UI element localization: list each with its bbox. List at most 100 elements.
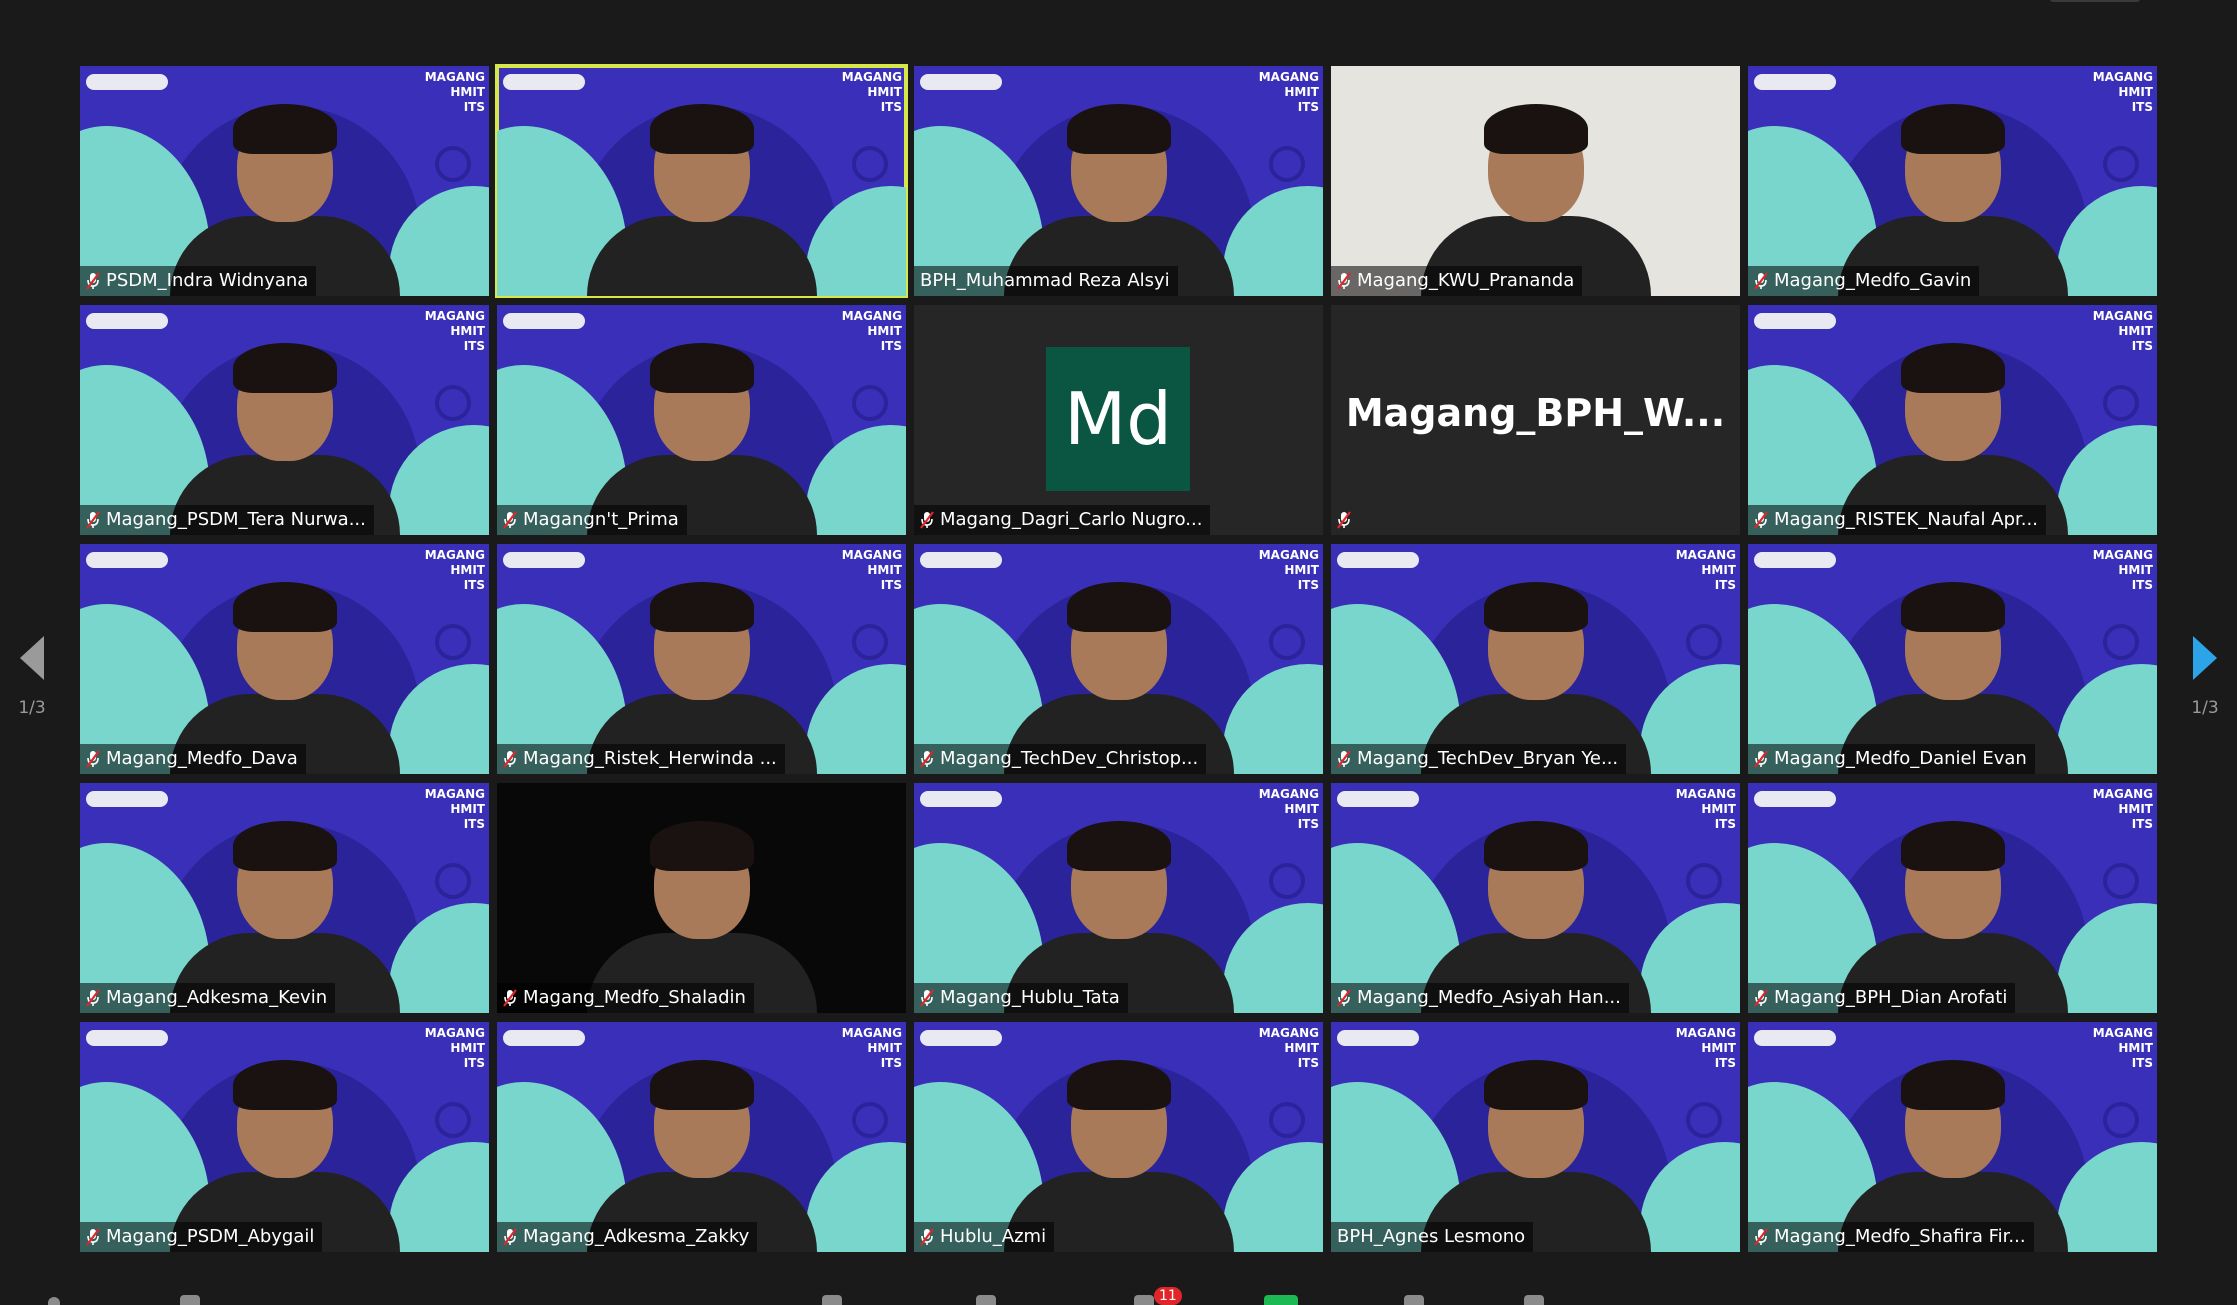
share-screen-icon[interactable] [1264,1295,1298,1305]
participant-tile[interactable]: MAGANG HMIT ITS Magang_Medfo_Dava [80,544,489,774]
brand-tag-line: MAGANG [841,70,902,84]
participant-name: Magang_Medfo_Shaladin [523,987,746,1008]
participant-tile[interactable]: MAGANG HMIT ITS Magang_Medfo_Daniel Evan [1748,544,2157,774]
gallery-grid: MAGANG HMIT ITS PSDM_Indra Widnyana MAGANG HM… [80,64,2157,1252]
participant-tile[interactable]: MAGANG HMIT ITS Magang_Medfo_Asiyah Han... [1331,783,1740,1013]
participant-display-name: Magang_BPH_W... [1345,391,1726,435]
brand-tag-line: ITS [1297,578,1319,592]
participant-tile[interactable]: MAGANG HMIT ITS Magang_TechDev_Bryan Ye... [1331,544,1740,774]
participant-tile[interactable]: MAGANG HMIT ITS Magangn't_Prima [497,305,906,535]
mic-muted-icon [503,1228,517,1246]
background-shape [852,146,888,182]
brand-tag: MAGANG HMIT ITS [425,70,485,115]
participant-tile[interactable]: MAGANG HMIT ITS Magang_BPH_Dian Arofati [1748,783,2157,1013]
mic-muted-icon [503,750,517,768]
participant-tile[interactable]: MAGANG HMIT ITS Hublu_Azmi [914,1022,1323,1252]
background-shape [435,146,471,182]
participant-tile[interactable]: MAGANG HMIT ITS Magang_Adkesma_Kevin [80,783,489,1013]
participant-tile[interactable]: Magang_Medfo_Shaladin [497,783,906,1013]
brand-tag-line: ITS [880,100,902,114]
participant-tile[interactable]: MAGANG HMIT ITS Magang_Medfo_Shafira Fir... [1748,1022,2157,1252]
next-page-nav[interactable]: 1/3 [2185,636,2225,718]
brand-tag-line: HMIT [1284,85,1319,99]
sponsor-logos [920,791,1002,807]
chat-badge: 11 [1154,1287,1182,1305]
participant-name: Magang_Hublu_Tata [940,987,1120,1008]
mic-muted-icon [503,989,517,1007]
sponsor-logos [86,791,168,807]
participant-tile[interactable]: MAGANG HMIT ITS Magang_TechDev_Christop... [914,544,1323,774]
participant-tile[interactable]: Magang_KWU_Prananda [1331,66,1740,296]
brand-tag-line: HMIT [867,324,902,338]
sponsor-logos [1754,74,1836,90]
participant-tile[interactable]: Md Magang_Dagri_Carlo Nugro... [914,305,1323,535]
brand-tag-line: MAGANG [1258,1026,1319,1040]
participant-name-label: Magang_Adkesma_Kevin [80,983,336,1013]
mic-muted-icon [1337,989,1351,1007]
participant-name-label: Magang_PSDM_Tera Nurwa... [80,505,374,535]
participant-name-label: Magang_PSDM_Abygail [80,1222,323,1252]
brand-tag-line: HMIT [867,85,902,99]
participant-tile[interactable]: MAGANG HMIT ITS Magang_Ristek_Herwinda ... [497,544,906,774]
brand-tag-line: MAGANG [424,1026,485,1040]
participant-name-label: Magang_Medfo_Gavin [1748,266,1980,296]
brand-tag: MAGANG HMIT ITS [425,309,485,354]
brand-tag-line: MAGANG [424,70,485,84]
brand-tag: MAGANG HMIT ITS [425,787,485,832]
participant-tile[interactable]: MAGANG HMIT ITS BPH_Muhammad Reza Alsyi [914,66,1323,296]
participant-tile[interactable]: MAGANG HMIT ITS Magang_PSDM_Abygail [80,1022,489,1252]
brand-tag-line: HMIT [450,563,485,577]
page-indicator-left: 1/3 [18,698,46,718]
brand-tag-line: ITS [2131,817,2153,831]
security-icon[interactable] [822,1295,842,1305]
mic-muted-icon [86,750,100,768]
mic-muted-icon [1337,272,1351,290]
record-icon[interactable] [1404,1295,1424,1305]
participant-name-label: Magang_RISTEK_Naufal Apr... [1748,505,2046,535]
sponsor-logos [1337,552,1419,568]
participant-tile[interactable]: MAGANG HMIT ITS [495,64,908,298]
chat-icon[interactable] [1134,1295,1154,1305]
chevron-right-icon[interactable] [2193,636,2217,680]
background-shape [852,385,888,421]
sponsor-logos [1754,313,1836,329]
participant-tile[interactable]: MAGANG HMIT ITS Magang_Medfo_Gavin [1748,66,2157,296]
background-shape [435,385,471,421]
participant-name: Magang_Adkesma_Kevin [106,987,328,1008]
background-shape [852,1102,888,1138]
avatar: Md [1046,347,1190,491]
participant-name: Magang_Medfo_Asiyah Han... [1357,987,1621,1008]
participant-tile[interactable]: MAGANG HMIT ITS Magang_Adkesma_Zakky [497,1022,906,1252]
brand-tag-line: MAGANG [2092,309,2153,323]
participant-tile[interactable]: MAGANG HMIT ITS Magang_PSDM_Tera Nurwa... [80,305,489,535]
participant-tile[interactable]: MAGANG HMIT ITS Magang_Hublu_Tata [914,783,1323,1013]
brand-tag-line: MAGANG [841,1026,902,1040]
page-indicator-right: 1/3 [2191,698,2219,718]
participant-name: Magang_Adkesma_Zakky [523,1226,750,1247]
participant-tile[interactable]: MAGANG HMIT ITS PSDM_Indra Widnyana [80,66,489,296]
sponsor-logos [86,313,168,329]
brand-tag-line: ITS [463,339,485,353]
sponsor-logos [1754,791,1836,807]
camera-icon[interactable] [180,1295,200,1305]
participant-tile[interactable]: Magang_BPH_W... [1331,305,1740,535]
sponsor-logos [86,1030,168,1046]
previous-page-nav[interactable]: 1/3 [12,636,52,718]
sponsor-logos [86,552,168,568]
chevron-left-icon[interactable] [20,636,44,680]
mic-muted-icon [920,750,934,768]
participant-tile[interactable]: MAGANG HMIT ITS Magang_RISTEK_Naufal Apr... [1748,305,2157,535]
brand-tag-line: MAGANG [841,548,902,562]
mic-icon[interactable] [48,1297,60,1305]
brand-tag-line: HMIT [1284,563,1319,577]
participants-icon[interactable] [976,1295,996,1305]
brand-tag-line: HMIT [450,1041,485,1055]
brand-tag-line: MAGANG [1258,70,1319,84]
reactions-icon[interactable] [1524,1295,1544,1305]
brand-tag-line: MAGANG [424,548,485,562]
participant-tile[interactable]: MAGANG HMIT ITS BPH_Agnes Lesmono [1331,1022,1740,1252]
brand-tag-line: HMIT [867,563,902,577]
mic-muted-icon [1754,750,1768,768]
brand-tag-line: MAGANG [2092,787,2153,801]
participant-name-label: Magang_Ristek_Herwinda ... [497,744,785,774]
